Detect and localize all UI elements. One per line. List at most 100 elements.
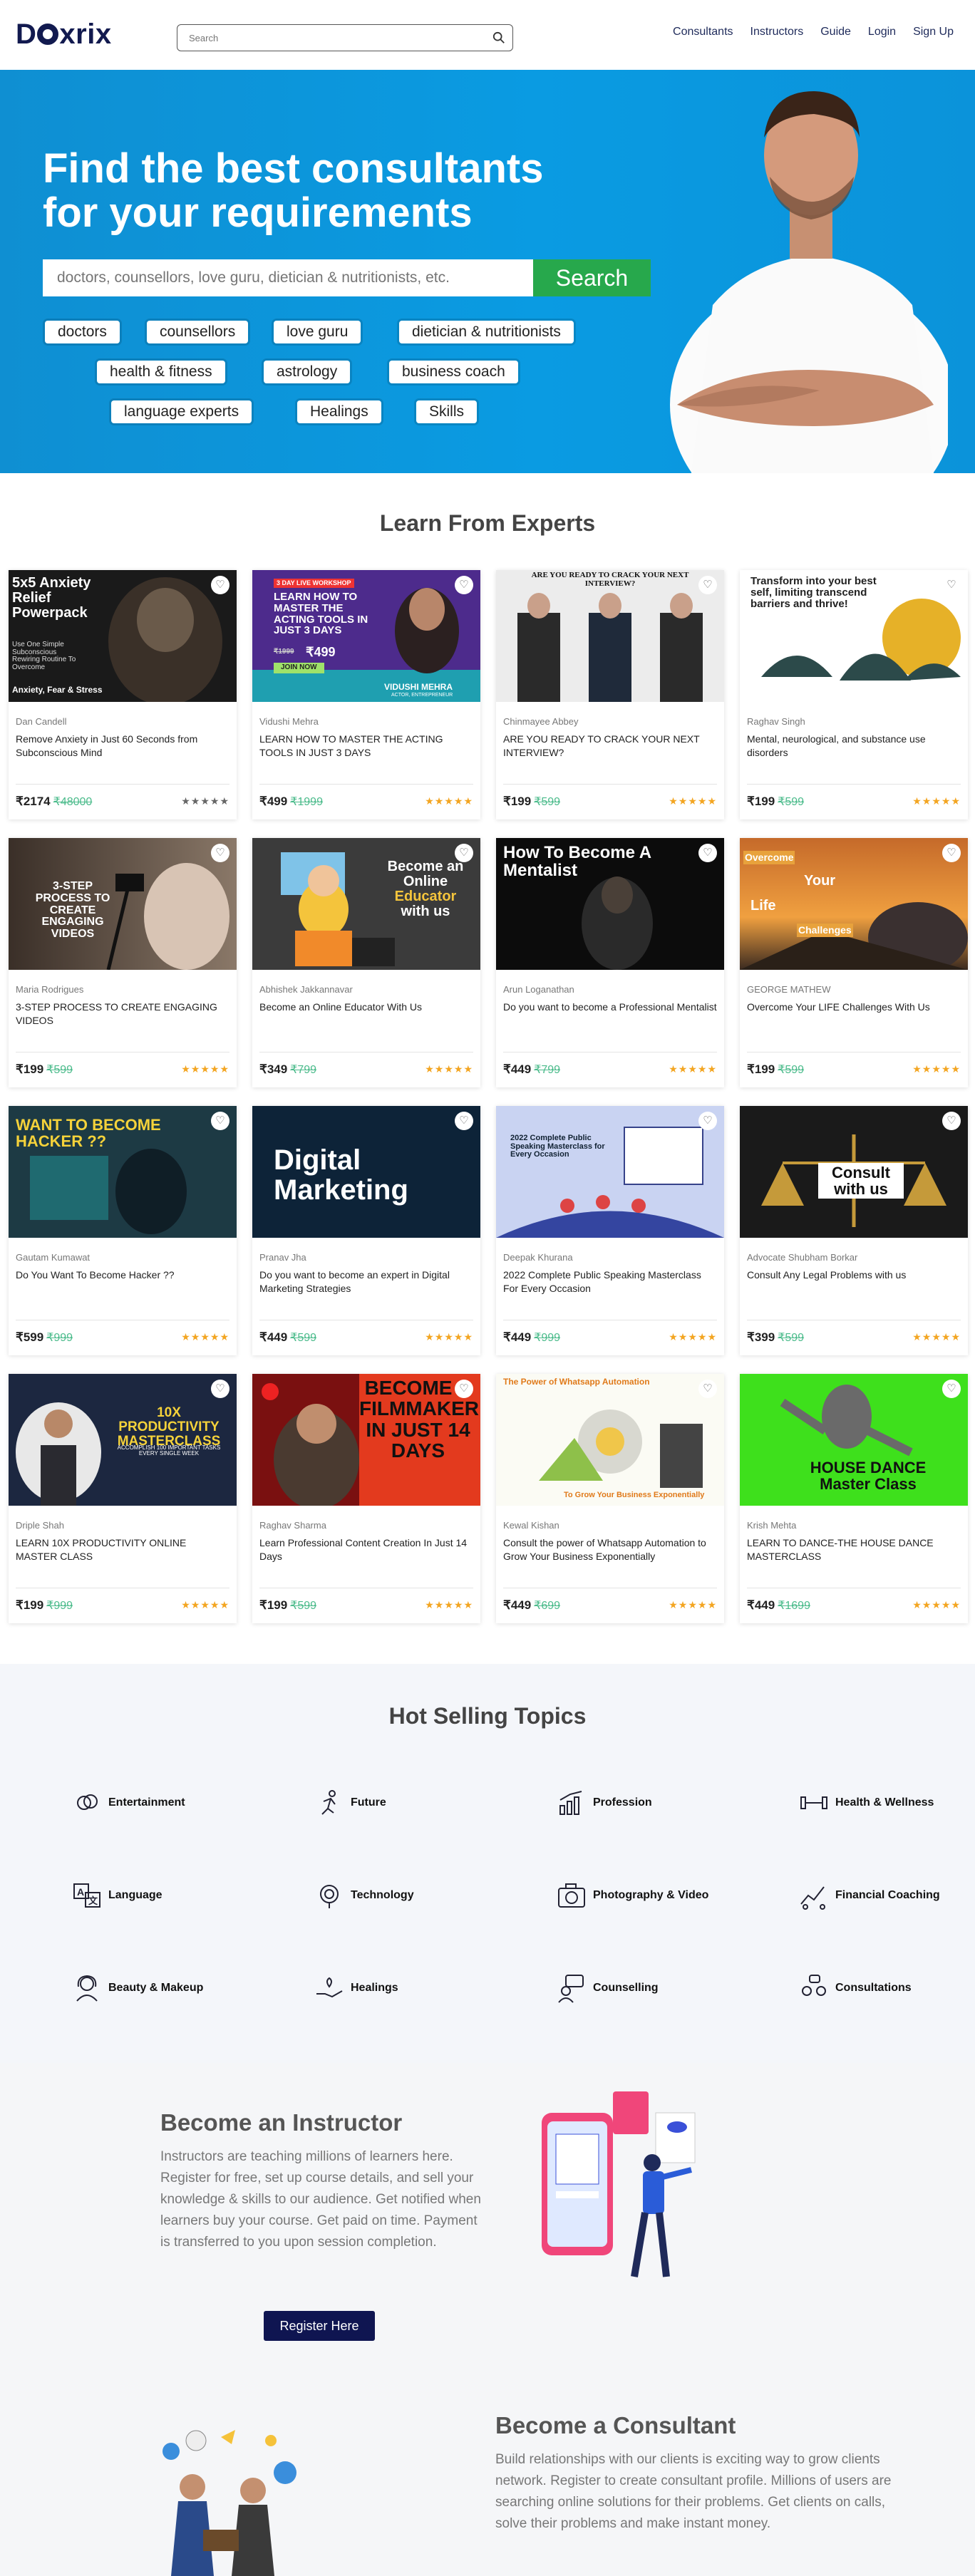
course-title[interactable]: Remove Anxiety in Just 60 Seconds from S… bbox=[16, 733, 229, 760]
course-card[interactable]: Consult with us ♡ Advocate Shubham Borka… bbox=[740, 1106, 968, 1355]
topic-health-wellness[interactable]: Health & Wellness bbox=[798, 1787, 934, 1819]
course-card[interactable]: 5x5 Anxiety Relief Powerpack Use One Sim… bbox=[9, 570, 237, 819]
course-thumbnail: How To Become A Mentalist bbox=[496, 838, 724, 970]
course-card[interactable]: WANT TO BECOME HACKER ?? ♡ Gautam Kumawa… bbox=[9, 1106, 237, 1355]
chip-counsellors[interactable]: counsellors bbox=[147, 321, 249, 343]
topic-counselling[interactable]: Counselling bbox=[556, 1972, 659, 2004]
course-title[interactable]: Consult Any Legal Problems with us bbox=[747, 1268, 961, 1282]
course-title[interactable]: Do you want to become an expert in Digit… bbox=[259, 1268, 473, 1295]
course-title[interactable]: Do You Want To Become Hacker ?? bbox=[16, 1268, 229, 1282]
course-title[interactable]: Consult the power of Whatsapp Automation… bbox=[503, 1536, 717, 1563]
thumb-text: 3-STEP PROCESS TO CREATE ENGAGING VIDEOS bbox=[35, 880, 110, 941]
topic-financial-coaching[interactable]: Financial Coaching bbox=[798, 1880, 940, 1911]
topic-language[interactable]: A文 Language bbox=[71, 1880, 162, 1911]
course-card[interactable]: Overcome Your Life Challenges ♡ GEORGE M… bbox=[740, 838, 968, 1087]
topic-photography-video[interactable]: Photography & Video bbox=[556, 1880, 708, 1911]
price-old: ₹599 bbox=[534, 796, 561, 808]
header-search[interactable] bbox=[177, 24, 513, 51]
thumb-text: 10X PRODUCTIVITY MASTERCLASS bbox=[117, 1405, 221, 1449]
topic-consultations[interactable]: Consultations bbox=[798, 1972, 912, 2004]
favorite-heart-icon[interactable]: ♡ bbox=[455, 1380, 473, 1398]
chip-dietician[interactable]: dietician & nutritionists bbox=[399, 321, 574, 343]
topic-healings[interactable]: Healings bbox=[314, 1972, 398, 2004]
favorite-heart-icon[interactable]: ♡ bbox=[455, 1112, 473, 1130]
instructor-text: Instructors are teaching millions of lea… bbox=[160, 2149, 481, 2250]
course-card[interactable]: 3 DAY LIVE WORKSHOP LEARN HOW TO MASTER … bbox=[252, 570, 480, 819]
chip-skills[interactable]: Skills bbox=[416, 400, 478, 423]
course-title[interactable]: 3-STEP PROCESS TO CREATE ENGAGING VIDEOS bbox=[16, 1000, 229, 1028]
course-card[interactable]: HOUSE DANCE Master Class ♡ Krish Mehta L… bbox=[740, 1374, 968, 1623]
chip-business-coach[interactable]: business coach bbox=[389, 361, 518, 383]
course-title[interactable]: Mental, neurological, and substance use … bbox=[747, 733, 961, 760]
course-card[interactable]: BECOME A FILMMAKER IN JUST 14 DAYS ♡ Rag… bbox=[252, 1374, 480, 1623]
favorite-heart-icon[interactable]: ♡ bbox=[942, 844, 961, 862]
favorite-heart-icon[interactable]: ♡ bbox=[942, 576, 961, 594]
favorite-heart-icon[interactable]: ♡ bbox=[942, 1380, 961, 1398]
topic-future[interactable]: Future bbox=[314, 1787, 386, 1819]
course-card[interactable]: 3-STEP PROCESS TO CREATE ENGAGING VIDEOS… bbox=[9, 838, 237, 1087]
course-title[interactable]: LEARN TO DANCE-THE HOUSE DANCE MASTERCLA… bbox=[747, 1536, 961, 1563]
course-card[interactable]: Become an Online Educator with us ♡ Abhi… bbox=[252, 838, 480, 1087]
favorite-heart-icon[interactable]: ♡ bbox=[698, 1112, 717, 1130]
course-card[interactable]: Transform into your best self, limiting … bbox=[740, 570, 968, 819]
search-icon[interactable] bbox=[492, 31, 505, 44]
chip-astrology[interactable]: astrology bbox=[264, 361, 351, 383]
course-card[interactable]: ARE YOU READY TO CRACK YOUR NEXT INTERVI… bbox=[496, 570, 724, 819]
course-thumbnail: Digital Marketing bbox=[252, 1106, 480, 1238]
chip-healings[interactable]: Healings bbox=[297, 400, 381, 423]
hero-search[interactable] bbox=[43, 259, 533, 296]
course-card[interactable]: How To Become A Mentalist ♡ Arun Loganat… bbox=[496, 838, 724, 1087]
topic-profession[interactable]: Profession bbox=[556, 1787, 652, 1819]
course-title[interactable]: LEARN HOW TO MASTER THE ACTING TOOLS IN … bbox=[259, 733, 473, 760]
course-card[interactable]: Digital Marketing ♡ Pranav Jha Do you wa… bbox=[252, 1106, 480, 1355]
nav-signup[interactable]: Sign Up bbox=[913, 26, 954, 38]
course-title[interactable]: Learn Professional Content Creation In J… bbox=[259, 1536, 473, 1563]
course-title[interactable]: Become an Online Educator With Us bbox=[259, 1000, 473, 1014]
favorite-heart-icon[interactable]: ♡ bbox=[211, 1380, 229, 1398]
header-search-input[interactable] bbox=[189, 31, 474, 45]
thumb-subtext: Use One Simple Subconscious Rewiring Rou… bbox=[12, 641, 76, 671]
hero-search-button[interactable]: Search bbox=[533, 259, 651, 296]
course-title[interactable]: ARE YOU READY TO CRACK YOUR NEXT INTERVI… bbox=[503, 733, 717, 760]
register-button[interactable]: Register Here bbox=[264, 2311, 375, 2341]
chip-doctors[interactable]: doctors bbox=[45, 321, 120, 343]
favorite-heart-icon[interactable]: ♡ bbox=[698, 576, 717, 594]
topic-technology[interactable]: Technology bbox=[314, 1880, 414, 1911]
nav-consultants[interactable]: Consultants bbox=[673, 26, 733, 38]
topic-beauty-makeup[interactable]: Beauty & Makeup bbox=[71, 1972, 203, 2004]
favorite-heart-icon[interactable]: ♡ bbox=[211, 844, 229, 862]
favorite-heart-icon[interactable]: ♡ bbox=[942, 1112, 961, 1130]
course-title[interactable]: 2022 Complete Public Speaking Masterclas… bbox=[503, 1268, 717, 1295]
course-author: Pranav Jha bbox=[259, 1252, 306, 1263]
chip-health-fitness[interactable]: health & fitness bbox=[97, 361, 225, 383]
course-price: ₹599 ₹999 bbox=[16, 1330, 73, 1345]
topic-label: Photography & Video bbox=[593, 1889, 709, 1901]
favorite-heart-icon[interactable]: ♡ bbox=[211, 1112, 229, 1130]
nav-login[interactable]: Login bbox=[868, 26, 896, 38]
rating-stars: ★★★★★ bbox=[181, 1331, 229, 1343]
course-card[interactable]: The Power of Whatsapp Automation To Grow… bbox=[496, 1374, 724, 1623]
favorite-heart-icon[interactable]: ♡ bbox=[455, 844, 473, 862]
nav-instructors[interactable]: Instructors bbox=[750, 26, 804, 38]
course-card[interactable]: 2022 Complete Public Speaking Masterclas… bbox=[496, 1106, 724, 1355]
logo[interactable]: Dxrix bbox=[16, 19, 112, 51]
favorite-heart-icon[interactable]: ♡ bbox=[455, 576, 473, 594]
nav-guide[interactable]: Guide bbox=[820, 26, 851, 38]
course-title[interactable]: LEARN 10X PRODUCTIVITY ONLINE MASTER CLA… bbox=[16, 1536, 229, 1563]
course-thumbnail: Become an Online Educator with us bbox=[252, 838, 480, 970]
course-title[interactable]: Do you want to become a Professional Men… bbox=[503, 1000, 717, 1014]
favorite-heart-icon[interactable]: ♡ bbox=[698, 1380, 717, 1398]
hero-search-input[interactable] bbox=[43, 259, 533, 296]
svg-text:A: A bbox=[77, 1886, 84, 1898]
course-card[interactable]: 10X PRODUCTIVITY MASTERCLASS ACCOMPLISH … bbox=[9, 1374, 237, 1623]
chip-language-experts[interactable]: language experts bbox=[111, 400, 252, 423]
course-title[interactable]: Overcome Your LIFE Challenges With Us bbox=[747, 1000, 961, 1014]
topic-label: Health & Wellness bbox=[835, 1796, 934, 1809]
thumb-text: HOUSE DANCE Master Class bbox=[810, 1459, 927, 1494]
rating-stars: ★★★★★ bbox=[912, 795, 961, 807]
favorite-heart-icon[interactable]: ♡ bbox=[211, 576, 229, 594]
price-old: ₹599 bbox=[778, 796, 805, 808]
topic-entertainment[interactable]: Entertainment bbox=[71, 1787, 185, 1819]
chip-love-guru[interactable]: love guru bbox=[274, 321, 361, 343]
favorite-heart-icon[interactable]: ♡ bbox=[698, 844, 717, 862]
